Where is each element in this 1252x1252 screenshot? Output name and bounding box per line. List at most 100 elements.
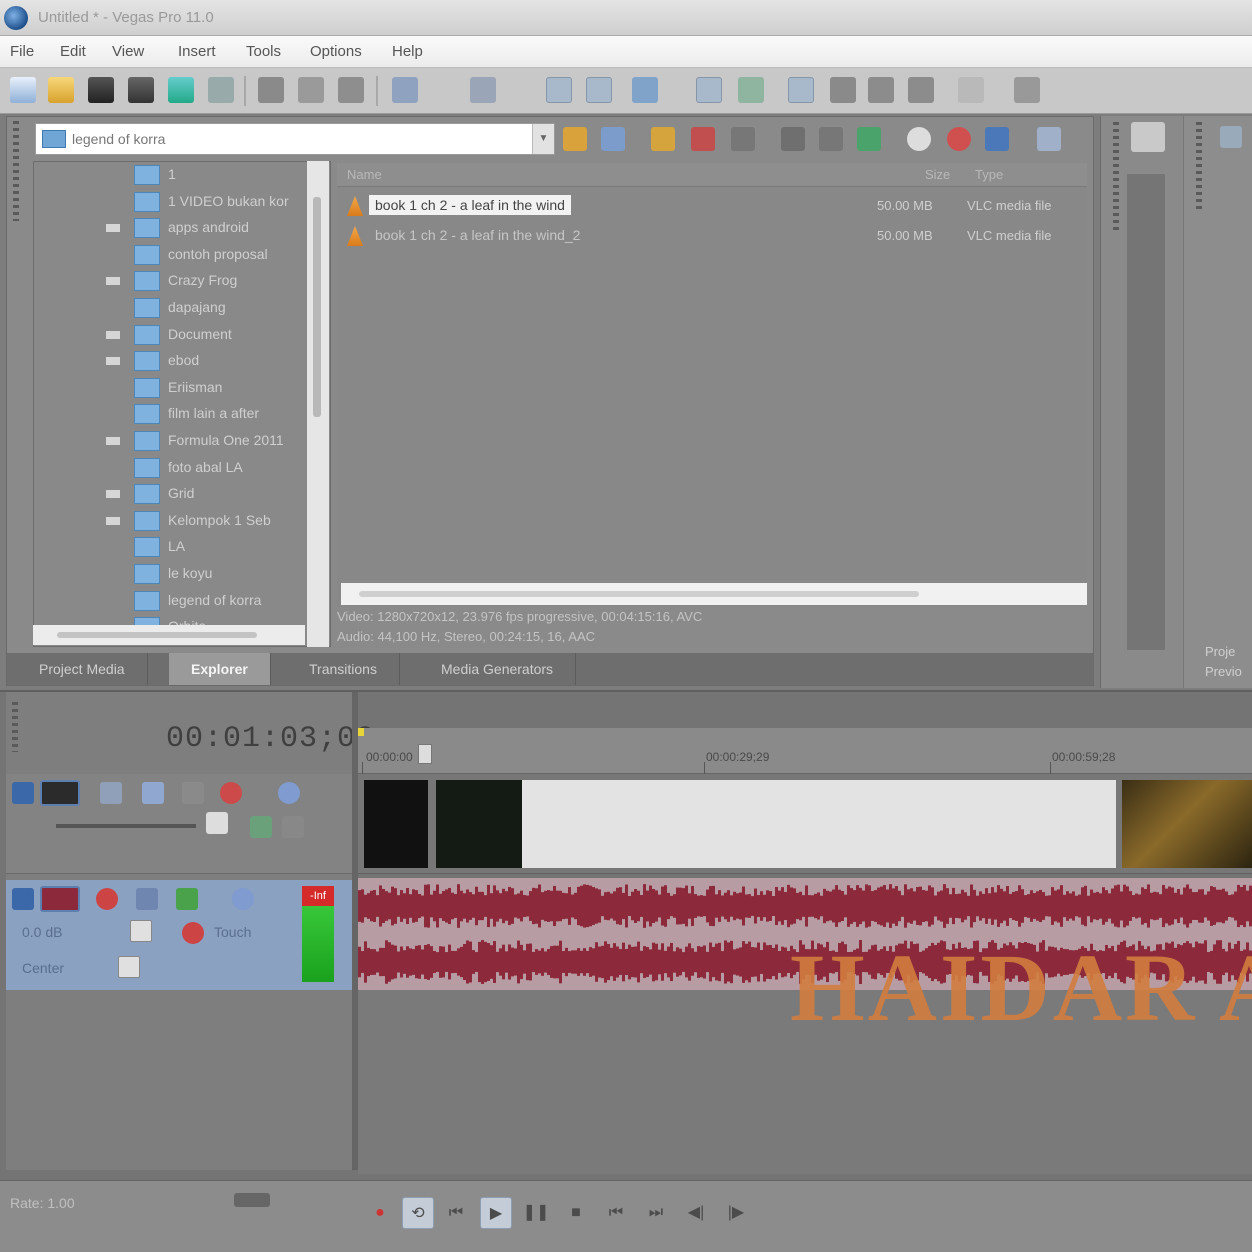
- zoom-tool-icon[interactable]: [868, 77, 894, 103]
- loop-playback-icon[interactable]: ⟲: [402, 1197, 434, 1229]
- get-media-icon[interactable]: [857, 127, 881, 151]
- tree-folder-item[interactable]: ebod: [34, 348, 314, 374]
- solo-icon[interactable]: [278, 782, 300, 804]
- tree-expand-icon[interactable]: [106, 516, 120, 525]
- tree-folder-item[interactable]: Kelompok 1 Seb: [34, 508, 314, 534]
- tree-folder-item[interactable]: foto abal LA: [34, 455, 314, 481]
- tree-expand-icon[interactable]: [106, 490, 120, 499]
- tree-folder-item[interactable]: 1 VIDEO bukan kor: [34, 189, 314, 215]
- tree-folder-item[interactable]: Formula One 2011: [34, 428, 314, 454]
- menu-insert[interactable]: Insert: [178, 43, 216, 60]
- automation-mode[interactable]: Touch: [214, 924, 251, 940]
- invert-phase-icon[interactable]: [136, 888, 158, 910]
- save-as-icon[interactable]: [128, 77, 154, 103]
- record-icon[interactable]: ●: [364, 1197, 396, 1229]
- tree-folder-item[interactable]: Crazy Frog: [34, 268, 314, 294]
- tree-folder-item[interactable]: Document: [34, 322, 314, 348]
- tree-expand-icon[interactable]: [106, 224, 120, 233]
- composite-mode-icon[interactable]: [250, 816, 272, 838]
- play-icon[interactable]: ▶: [480, 1197, 512, 1229]
- dock-button[interactable]: [1131, 122, 1165, 152]
- tree-expand-icon[interactable]: [106, 330, 120, 339]
- menu-options[interactable]: Options: [310, 43, 362, 60]
- column-name[interactable]: Name: [347, 167, 382, 182]
- tab-transitions[interactable]: Transitions: [287, 653, 400, 685]
- go-to-end-icon[interactable]: ⏭: [640, 1197, 672, 1229]
- new-project-icon[interactable]: [10, 77, 36, 103]
- track-fx-icon[interactable]: [142, 782, 164, 804]
- dock-grip[interactable]: [13, 121, 19, 221]
- stop-preview-icon[interactable]: [947, 127, 971, 151]
- redo-icon[interactable]: [470, 77, 496, 103]
- scroll-thumb[interactable]: [359, 591, 919, 597]
- parent-icon[interactable]: [282, 816, 304, 838]
- pause-icon[interactable]: ❚❚: [520, 1197, 552, 1229]
- pan-slider[interactable]: [118, 956, 140, 978]
- delete-icon[interactable]: [691, 127, 715, 151]
- tree-horizontal-scrollbar[interactable]: [33, 625, 305, 645]
- level-knob[interactable]: [206, 812, 228, 834]
- selection-edit-tool-icon[interactable]: [632, 77, 658, 103]
- file-row[interactable]: book 1 ch 2 - a leaf in the wind 50.00 M…: [337, 193, 1087, 219]
- video-track-lane[interactable]: [358, 774, 1252, 874]
- arm-record-icon[interactable]: [96, 888, 118, 910]
- track-minimize-icon[interactable]: [12, 782, 34, 804]
- open-folder-icon[interactable]: [48, 77, 74, 103]
- automation-icon[interactable]: [182, 922, 204, 944]
- video-event[interactable]: [364, 780, 428, 868]
- column-type[interactable]: Type: [975, 167, 1003, 182]
- time-ruler[interactable]: 00:00:00 00:00:29;29 00:00:59;28: [358, 728, 1252, 774]
- playhead[interactable]: [418, 744, 432, 764]
- help-icon[interactable]: [958, 77, 984, 103]
- undo-icon[interactable]: [392, 77, 418, 103]
- lock-envelopes-icon[interactable]: [788, 77, 814, 103]
- tree-folder-item[interactable]: dapajang: [34, 295, 314, 321]
- level-slider[interactable]: [56, 824, 196, 828]
- tree-folder-item[interactable]: legend of korra: [34, 588, 314, 614]
- column-size[interactable]: Size: [925, 167, 950, 182]
- menu-view[interactable]: View: [112, 43, 144, 60]
- normal-edit-tool-icon[interactable]: [546, 77, 572, 103]
- marker-flag-icon[interactable]: [358, 728, 364, 736]
- menu-help[interactable]: Help: [392, 43, 423, 60]
- paste-icon[interactable]: [338, 77, 364, 103]
- compositing-icon[interactable]: [182, 782, 204, 804]
- folder-tree[interactable]: 1 1 VIDEO bukan kor apps android contoh pro…: [33, 161, 331, 647]
- track-fx-icon[interactable]: [176, 888, 198, 910]
- scroll-thumb[interactable]: [57, 632, 257, 638]
- snapping-icon[interactable]: [696, 77, 722, 103]
- auto-ripple-icon[interactable]: [738, 77, 764, 103]
- menu-tools[interactable]: Tools: [246, 43, 281, 60]
- start-preview-icon[interactable]: [907, 127, 931, 151]
- tree-expand-icon[interactable]: [106, 357, 120, 366]
- chevron-down-icon[interactable]: ▼: [532, 124, 554, 154]
- tab-project-media[interactable]: Project Media: [17, 653, 148, 685]
- refresh-icon[interactable]: [601, 127, 625, 151]
- dock-grip[interactable]: [1196, 122, 1202, 212]
- tree-expand-icon[interactable]: [106, 437, 120, 445]
- tree-folder-item[interactable]: film lain a after: [34, 401, 314, 427]
- play-from-start-icon[interactable]: ⏮: [440, 1197, 472, 1229]
- scroll-thumb[interactable]: [313, 197, 321, 417]
- stop-icon[interactable]: ■: [560, 1197, 592, 1229]
- up-folder-icon[interactable]: [563, 127, 587, 151]
- video-track-header[interactable]: [6, 774, 352, 874]
- copy-icon[interactable]: [298, 77, 324, 103]
- new-folder-icon[interactable]: [651, 127, 675, 151]
- track-motion-icon[interactable]: [100, 782, 122, 804]
- file-list-horizontal-scrollbar[interactable]: [341, 583, 1087, 605]
- dock-grip[interactable]: [12, 702, 18, 752]
- solo-icon[interactable]: [232, 888, 254, 910]
- tree-folder-item[interactable]: 1: [34, 162, 314, 188]
- capture-icon[interactable]: [819, 127, 843, 151]
- menu-edit[interactable]: Edit: [60, 43, 86, 60]
- dock-grip[interactable]: [1113, 122, 1119, 232]
- cut-icon[interactable]: [258, 77, 284, 103]
- ignore-grouping-icon[interactable]: [830, 77, 856, 103]
- add-to-project-icon[interactable]: [781, 127, 805, 151]
- envelope-edit-tool-icon[interactable]: [586, 77, 612, 103]
- video-thumbnail[interactable]: [1122, 780, 1252, 868]
- tab-explorer[interactable]: Explorer: [169, 653, 271, 685]
- file-row[interactable]: book 1 ch 2 - a leaf in the wind_2 50.00…: [337, 223, 1087, 249]
- video-event[interactable]: [522, 780, 1116, 868]
